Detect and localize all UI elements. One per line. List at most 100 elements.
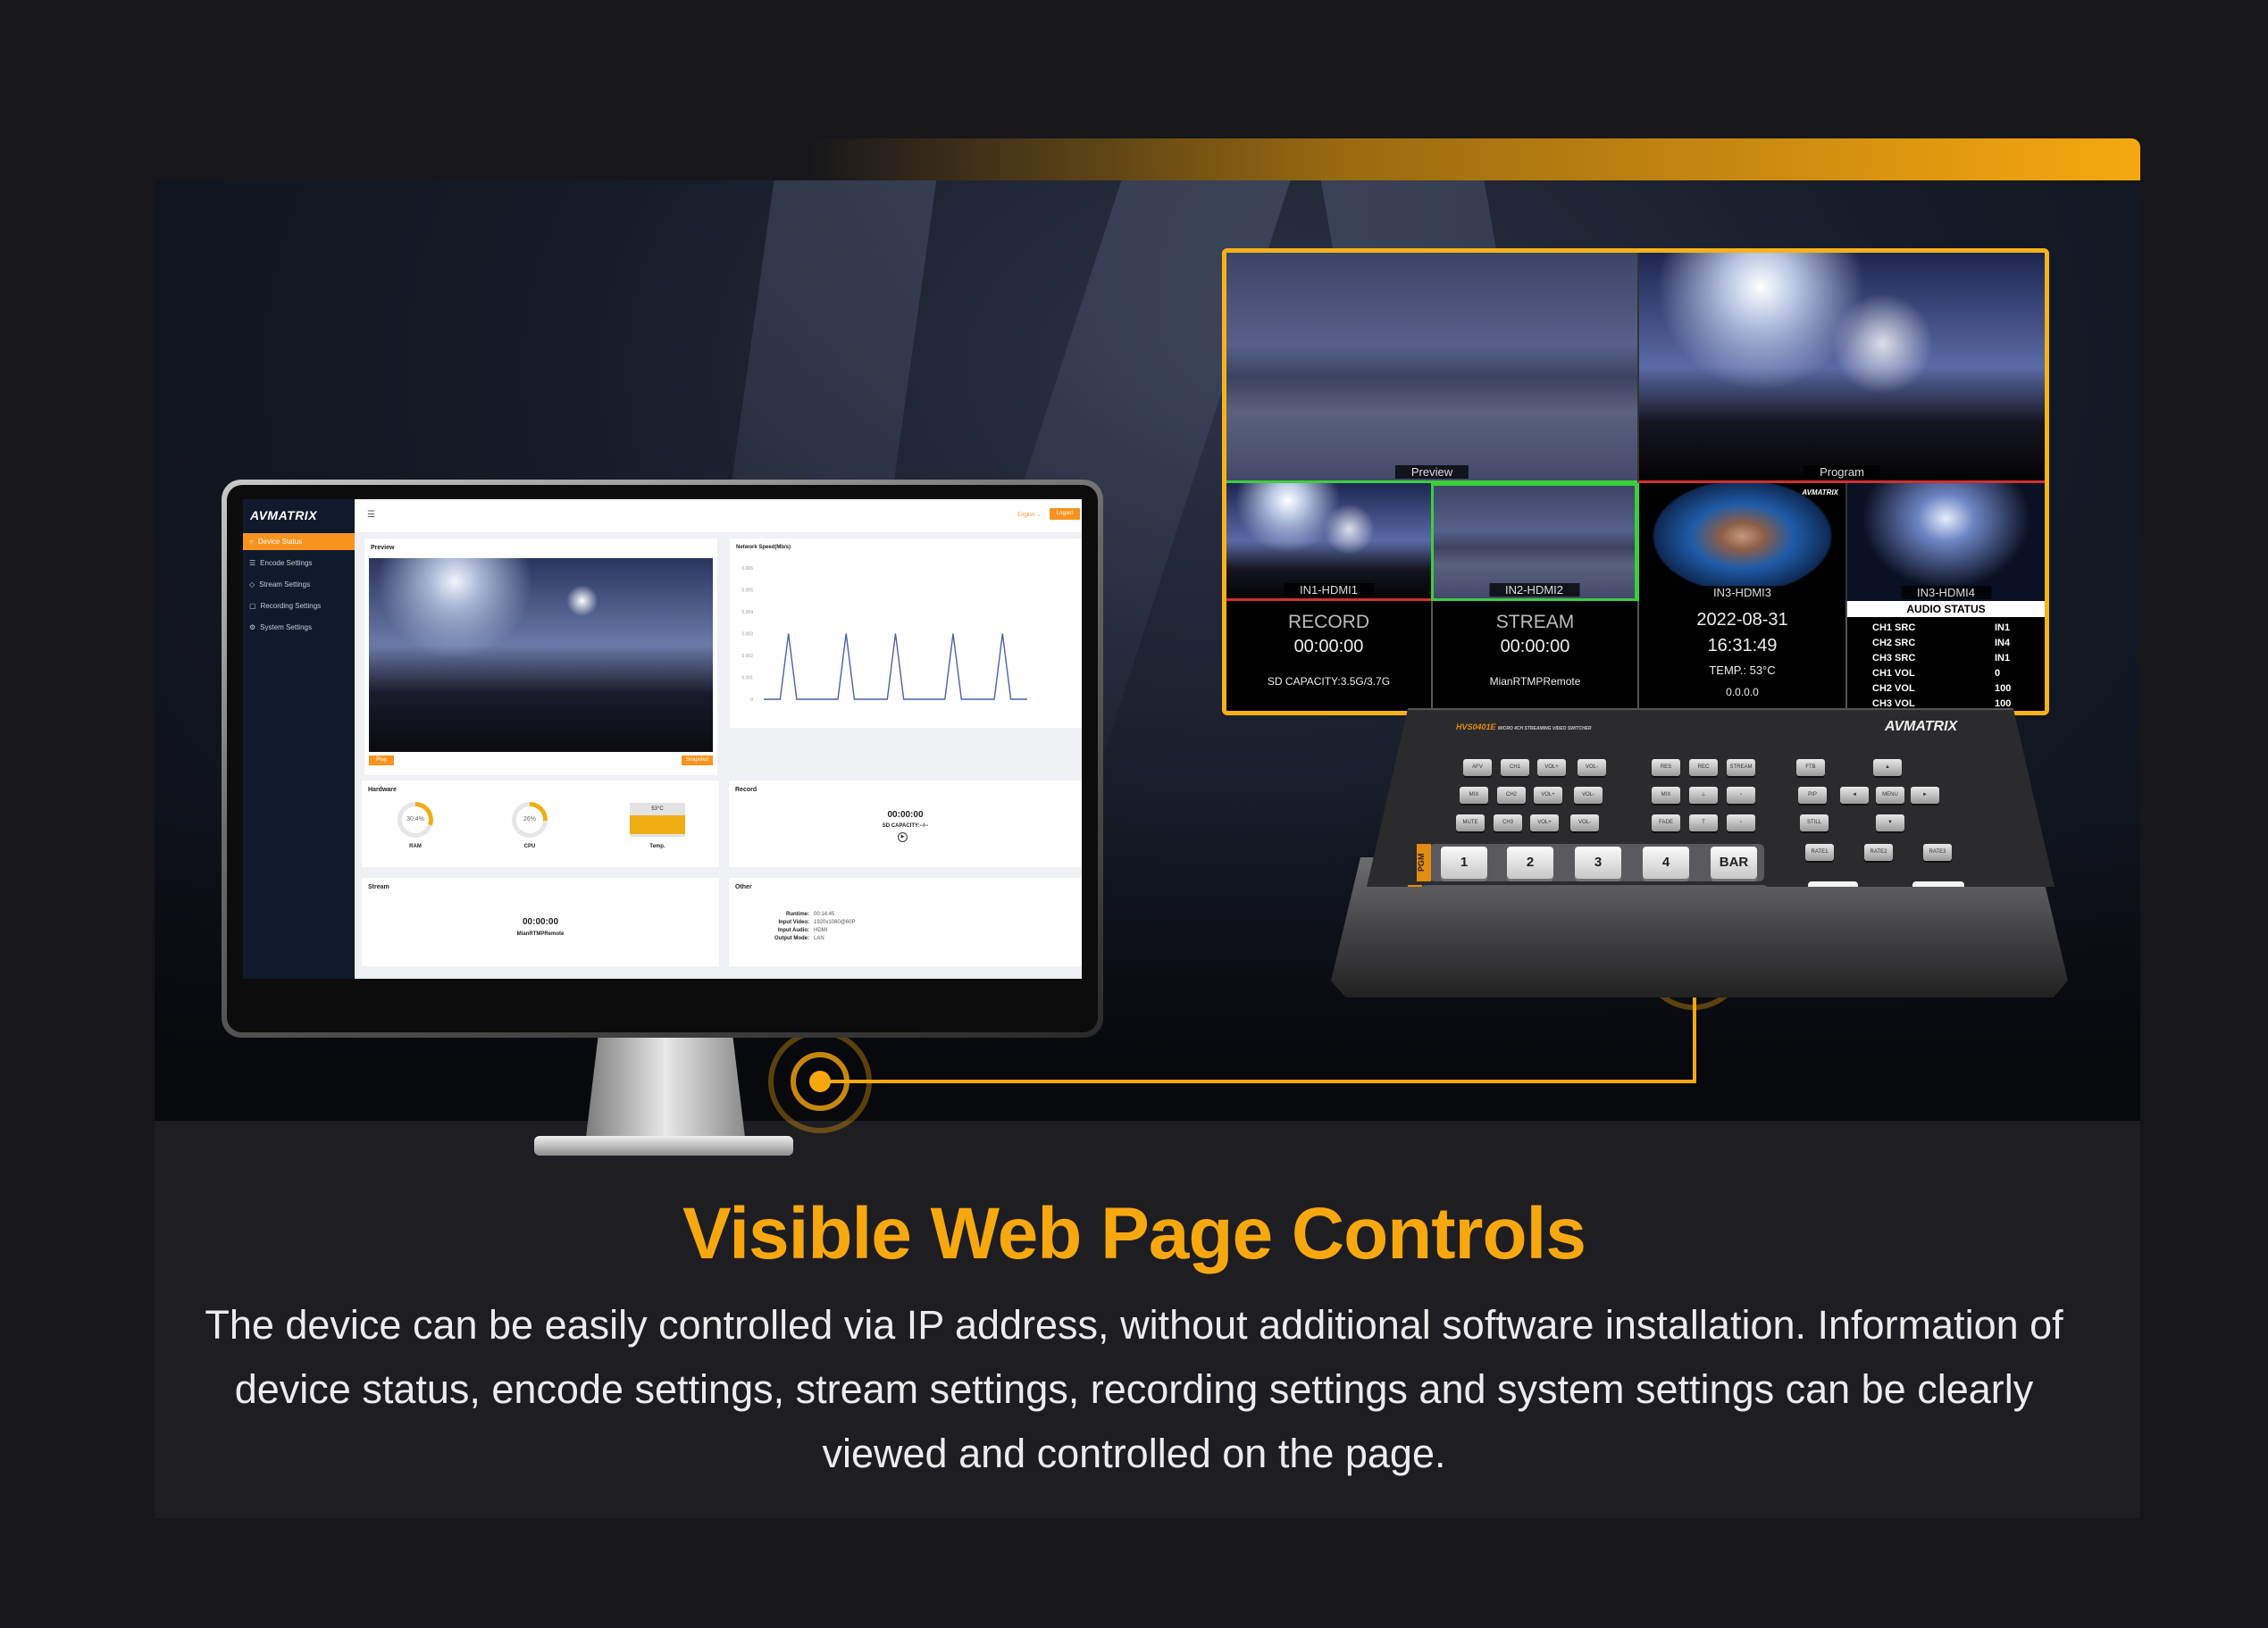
right-arrow-key[interactable]: ► — [1911, 787, 1939, 804]
card-title: Record — [735, 787, 757, 793]
circle-icon: ○ — [249, 538, 254, 546]
logout-button[interactable]: Logout — [1050, 508, 1080, 520]
pgm-key-2[interactable]: 2 — [1507, 847, 1553, 879]
function-key[interactable]: ⊥ — [1689, 787, 1718, 804]
record-title: RECORD — [1287, 612, 1369, 632]
snapshot-button[interactable]: Snapshot — [682, 756, 713, 765]
input-label: IN2-HDMI2 — [1488, 583, 1580, 597]
audio-status-title: AUDIO STATUS — [1847, 601, 2045, 617]
connector-dot — [809, 1071, 831, 1092]
left-arrow-key[interactable]: ◄ — [1840, 787, 1869, 804]
multiview-display: Preview Program IN1-HDMI1 IN2-HDMI2 AVMA… — [1222, 248, 2049, 715]
audio-key[interactable]: MIX — [1460, 787, 1488, 804]
function-key[interactable]: ▫ — [1727, 787, 1755, 804]
audio-row: CH2 VOL 100 — [1847, 683, 2045, 697]
record-status-panel: RECORD 00:00:00 SD CAPACITY:3.5G/3.7G — [1226, 601, 1431, 711]
card-title: Other — [735, 884, 752, 890]
function-key[interactable]: MIX — [1652, 787, 1680, 804]
play-circle-icon[interactable]: ▶ — [898, 832, 908, 842]
audio-key[interactable]: VOL- — [1574, 787, 1603, 804]
card-title: Hardware — [368, 787, 397, 793]
audio-value: IN4 — [1995, 638, 2011, 648]
language-select[interactable]: English ⌄ — [1017, 512, 1041, 518]
pgm-key-1[interactable]: 1 — [1441, 847, 1487, 879]
ftb-key[interactable]: FTB — [1796, 759, 1825, 776]
menu-key[interactable]: MENU — [1876, 787, 1904, 804]
audio-key[interactable]: CH2 — [1497, 787, 1526, 804]
pgm-key-4[interactable]: 4 — [1643, 847, 1689, 879]
audio-key[interactable]: AFV — [1463, 759, 1492, 776]
ram-gauge: 30.4% — [398, 802, 433, 838]
time: 16:31:49 — [1707, 636, 1778, 655]
video-switcher: HVS0401E MICRO 4CH STREAMING VIDEO SWITC… — [1367, 708, 2055, 887]
list-icon: ☰ — [249, 559, 256, 567]
audio-channel: CH2 SRC — [1872, 638, 1916, 648]
audio-key[interactable]: MUTE — [1456, 814, 1485, 831]
y-tick-label: 0.003 — [741, 632, 753, 638]
function-key[interactable]: FADE — [1652, 814, 1680, 831]
sidebar-item-encode-settings[interactable]: ☰ Encode Settings — [243, 555, 355, 572]
audio-key[interactable]: VOL+ — [1534, 787, 1562, 804]
up-arrow-key[interactable]: ▲ — [1873, 759, 1902, 776]
card-title: Stream — [368, 884, 389, 890]
brand-logo: AVMATRIX — [1885, 719, 1958, 734]
program-label: Program — [1804, 465, 1880, 479]
sidebar-item-system-settings[interactable]: ⚙ System Settings — [243, 619, 355, 636]
function-key[interactable]: STREAM — [1727, 759, 1755, 776]
record-time: 00:00:00 — [1293, 637, 1364, 656]
sidebar-item-stream-settings[interactable]: ◇ Stream Settings — [243, 576, 355, 593]
preview-card: Preview Play Snapshot — [364, 538, 717, 775]
audio-key[interactable]: VOL- — [1578, 759, 1606, 776]
temperature-value: 53°C — [651, 806, 664, 812]
audio-channel: CH2 VOL — [1872, 683, 1915, 694]
pgm-key-bar[interactable]: BAR — [1711, 847, 1757, 879]
still-key[interactable]: STILL — [1800, 814, 1829, 831]
rate-key[interactable]: RATE3 — [1923, 844, 1952, 861]
record-capacity: SD CAPACITY:3.5G/3.7G — [1267, 675, 1391, 688]
stream-status-panel: STREAM 00:00:00 MianRTMPRemote — [1431, 601, 1637, 711]
temperature-bar: 53°C — [630, 803, 685, 837]
cpu-label: CPU — [523, 844, 536, 849]
model-number: HVS0401E — [1456, 722, 1496, 731]
sidebar-item-recording-settings[interactable]: ▢ Recording Settings — [243, 597, 355, 614]
info-key: Input Video: — [778, 920, 809, 925]
network-speed-card: Network Speed(Mb/s) 0.006 0.005 0.004 0.003… — [730, 538, 1082, 728]
play-button[interactable]: Play — [369, 756, 394, 765]
info-key: Runtime: — [786, 912, 809, 917]
function-key[interactable]: T — [1689, 814, 1718, 831]
date: 2022-08-31 — [1696, 610, 1788, 630]
card-title: Preview — [371, 545, 395, 551]
record-icon: ▢ — [249, 602, 256, 610]
hamburger-icon[interactable]: ☰ — [367, 510, 375, 520]
sidebar-item-device-status[interactable]: ○ Device Status — [243, 533, 355, 550]
record-card: Record 00:00:00 SD CAPACITY:--/-- ▶ — [729, 781, 1082, 867]
audio-key[interactable]: VOL+ — [1530, 814, 1559, 831]
audio-key[interactable]: CH3 — [1494, 814, 1522, 831]
function-key[interactable]: RES — [1652, 759, 1680, 776]
stream-time: 00:00:00 — [1500, 637, 1570, 656]
network-speed-chart: 0.006 0.005 0.004 0.003 0.002 0.001 0 — [741, 566, 1027, 703]
info-value: LAN — [814, 936, 824, 941]
y-tick-label: 0.006 — [741, 566, 753, 572]
clock-panel: 2022-08-31 16:31:49 TEMP.: 53°C 0.0.0.0 — [1637, 601, 1845, 711]
audio-channel: CH1 SRC — [1872, 622, 1916, 633]
audio-key[interactable]: CH1 — [1501, 759, 1529, 776]
temperature-fill — [630, 815, 685, 834]
audio-key[interactable]: VOL- — [1570, 814, 1599, 831]
preview-video — [369, 558, 713, 752]
audio-value: IN1 — [1995, 622, 2011, 633]
audio-key[interactable]: VOL+ — [1537, 759, 1566, 776]
down-arrow-key[interactable]: ▼ — [1876, 814, 1904, 831]
header: ☰ English ⌄ Logout — [355, 499, 1082, 532]
rate-key[interactable]: RATE1 — [1805, 844, 1834, 861]
pgm-key-3[interactable]: 3 — [1575, 847, 1621, 879]
ram-value: 30.4% — [402, 806, 429, 833]
function-key[interactable]: REC — [1689, 759, 1718, 776]
pip-key[interactable]: PIP — [1798, 787, 1827, 804]
preview-window: Preview — [1226, 253, 1637, 483]
gear-icon: ⚙ — [249, 623, 256, 631]
function-key[interactable]: ▫ — [1727, 814, 1755, 831]
y-tick-label: 0 — [750, 697, 753, 703]
monitor-base — [534, 1136, 793, 1156]
rate-key[interactable]: RATE2 — [1864, 844, 1893, 861]
